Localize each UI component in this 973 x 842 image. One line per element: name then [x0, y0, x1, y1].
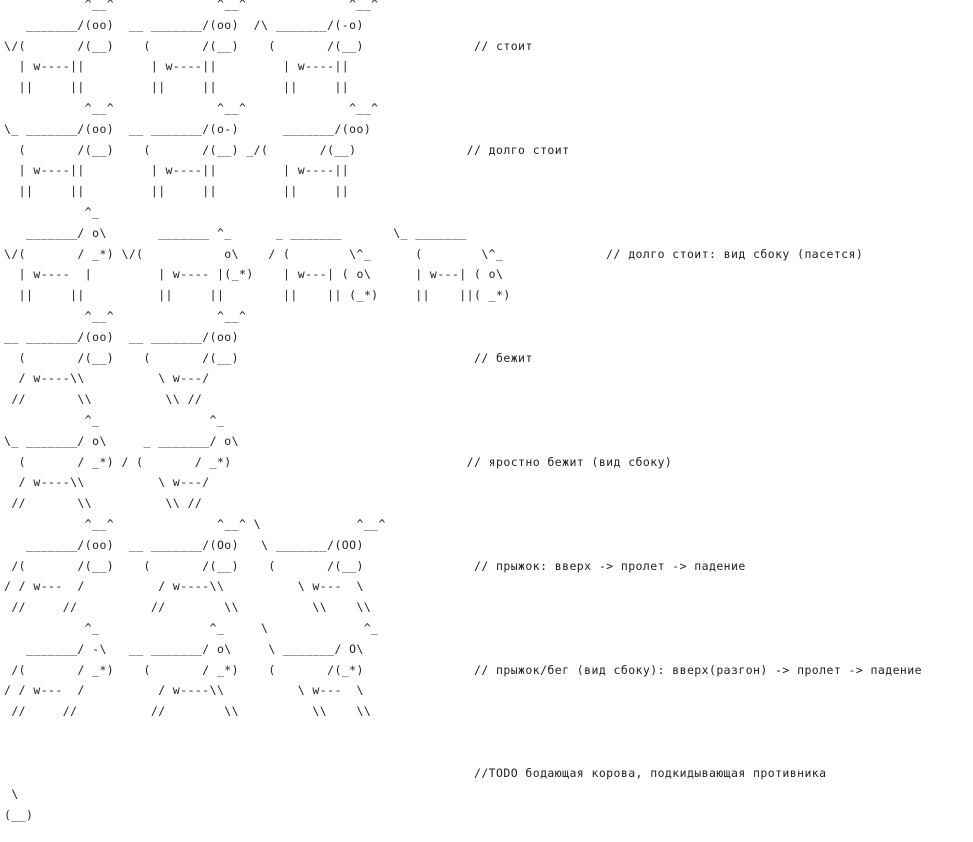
art-line: _______/(oo) __ _______/(oo) /\ _______/…	[4, 17, 364, 32]
ascii-art-text: ^__^ ^__^ ^__^ _______/(oo) __ _______/(…	[4, 0, 922, 826]
art-line: // \\ \\ //	[4, 392, 203, 407]
art-line: ^__^ ^__^ ^__^	[4, 100, 379, 115]
art-line: __ _______/(oo) __ _______/(oo)	[4, 329, 239, 344]
art-line	[4, 743, 922, 764]
art-line: / w----\\ \ w---/	[4, 475, 210, 490]
art-line: // // // \\ \\ \\	[4, 600, 372, 615]
art-line: ^_ ^_	[4, 412, 225, 427]
art-line	[4, 722, 922, 743]
art-line: / / w--- / / w----\\ \ w--- \	[4, 683, 364, 698]
art-line: (__)	[4, 808, 34, 823]
art-line: \_ _______/(oo) __ _______/(o-) _______/…	[4, 121, 372, 136]
art-line: ^_ ^_ \ ^_	[4, 620, 379, 635]
art-line: _______/ o\ _______ ^_ _ _______ \_ ____…	[4, 225, 467, 240]
art-line: \/( / _*) \/( o\ / ( \^_ ( \^_ // долго …	[4, 246, 864, 261]
art-line: ^__^ ^__^ ^__^	[4, 0, 379, 11]
art-line: _______/ -\ __ _______/ o\ \ _______/ O\	[4, 641, 364, 656]
art-line: \	[4, 787, 19, 802]
art-line: | w----|| | w----|| | w----||	[4, 163, 350, 178]
art-line: // // // \\ \\ \\	[4, 704, 372, 719]
art-line: ( /(__) ( /(__) _/( /(__) // долго стоит	[4, 142, 570, 157]
art-line: \/( /(__) ( /(__) ( /(__) // стоит	[4, 38, 533, 53]
art-line: || || || || || ||	[4, 80, 350, 95]
art-line: //TODO бодающая корова, подкидывающая пр…	[4, 766, 827, 781]
art-line: /( /(__) ( /(__) ( /(__) // прыжок: ввер…	[4, 558, 746, 573]
art-line: ^_	[4, 204, 100, 219]
art-line: ( /(__) ( /(__) // бежит	[4, 350, 533, 365]
art-line: | w---- | | w---- |(_*) | w---| ( o\ | w…	[4, 267, 504, 282]
art-line: || || || || || ||	[4, 184, 350, 199]
art-line: / w----\\ \ w---/	[4, 371, 210, 386]
art-line: ( / _*) / ( / _*) // яростно бежит (вид …	[4, 454, 673, 469]
art-line: / / w--- / / w----\\ \ w--- \	[4, 579, 364, 594]
art-line: /( / _*) ( / _*) ( /(_*) // прыжок/бег (…	[4, 662, 922, 677]
art-line: ^__^ ^__^	[4, 308, 247, 323]
art-line: ^__^ ^__^ \ ^__^	[4, 516, 386, 531]
art-line: // \\ \\ //	[4, 496, 203, 511]
art-line: \_ _______/ o\ _ _______/ o\	[4, 433, 239, 448]
art-line: || || || || || || (_*) || ||( _*)	[4, 288, 511, 303]
art-line: | w----|| | w----|| | w----||	[4, 59, 350, 74]
art-line: _______/(oo) __ _______/(Oo) \ _______/(…	[4, 537, 364, 552]
